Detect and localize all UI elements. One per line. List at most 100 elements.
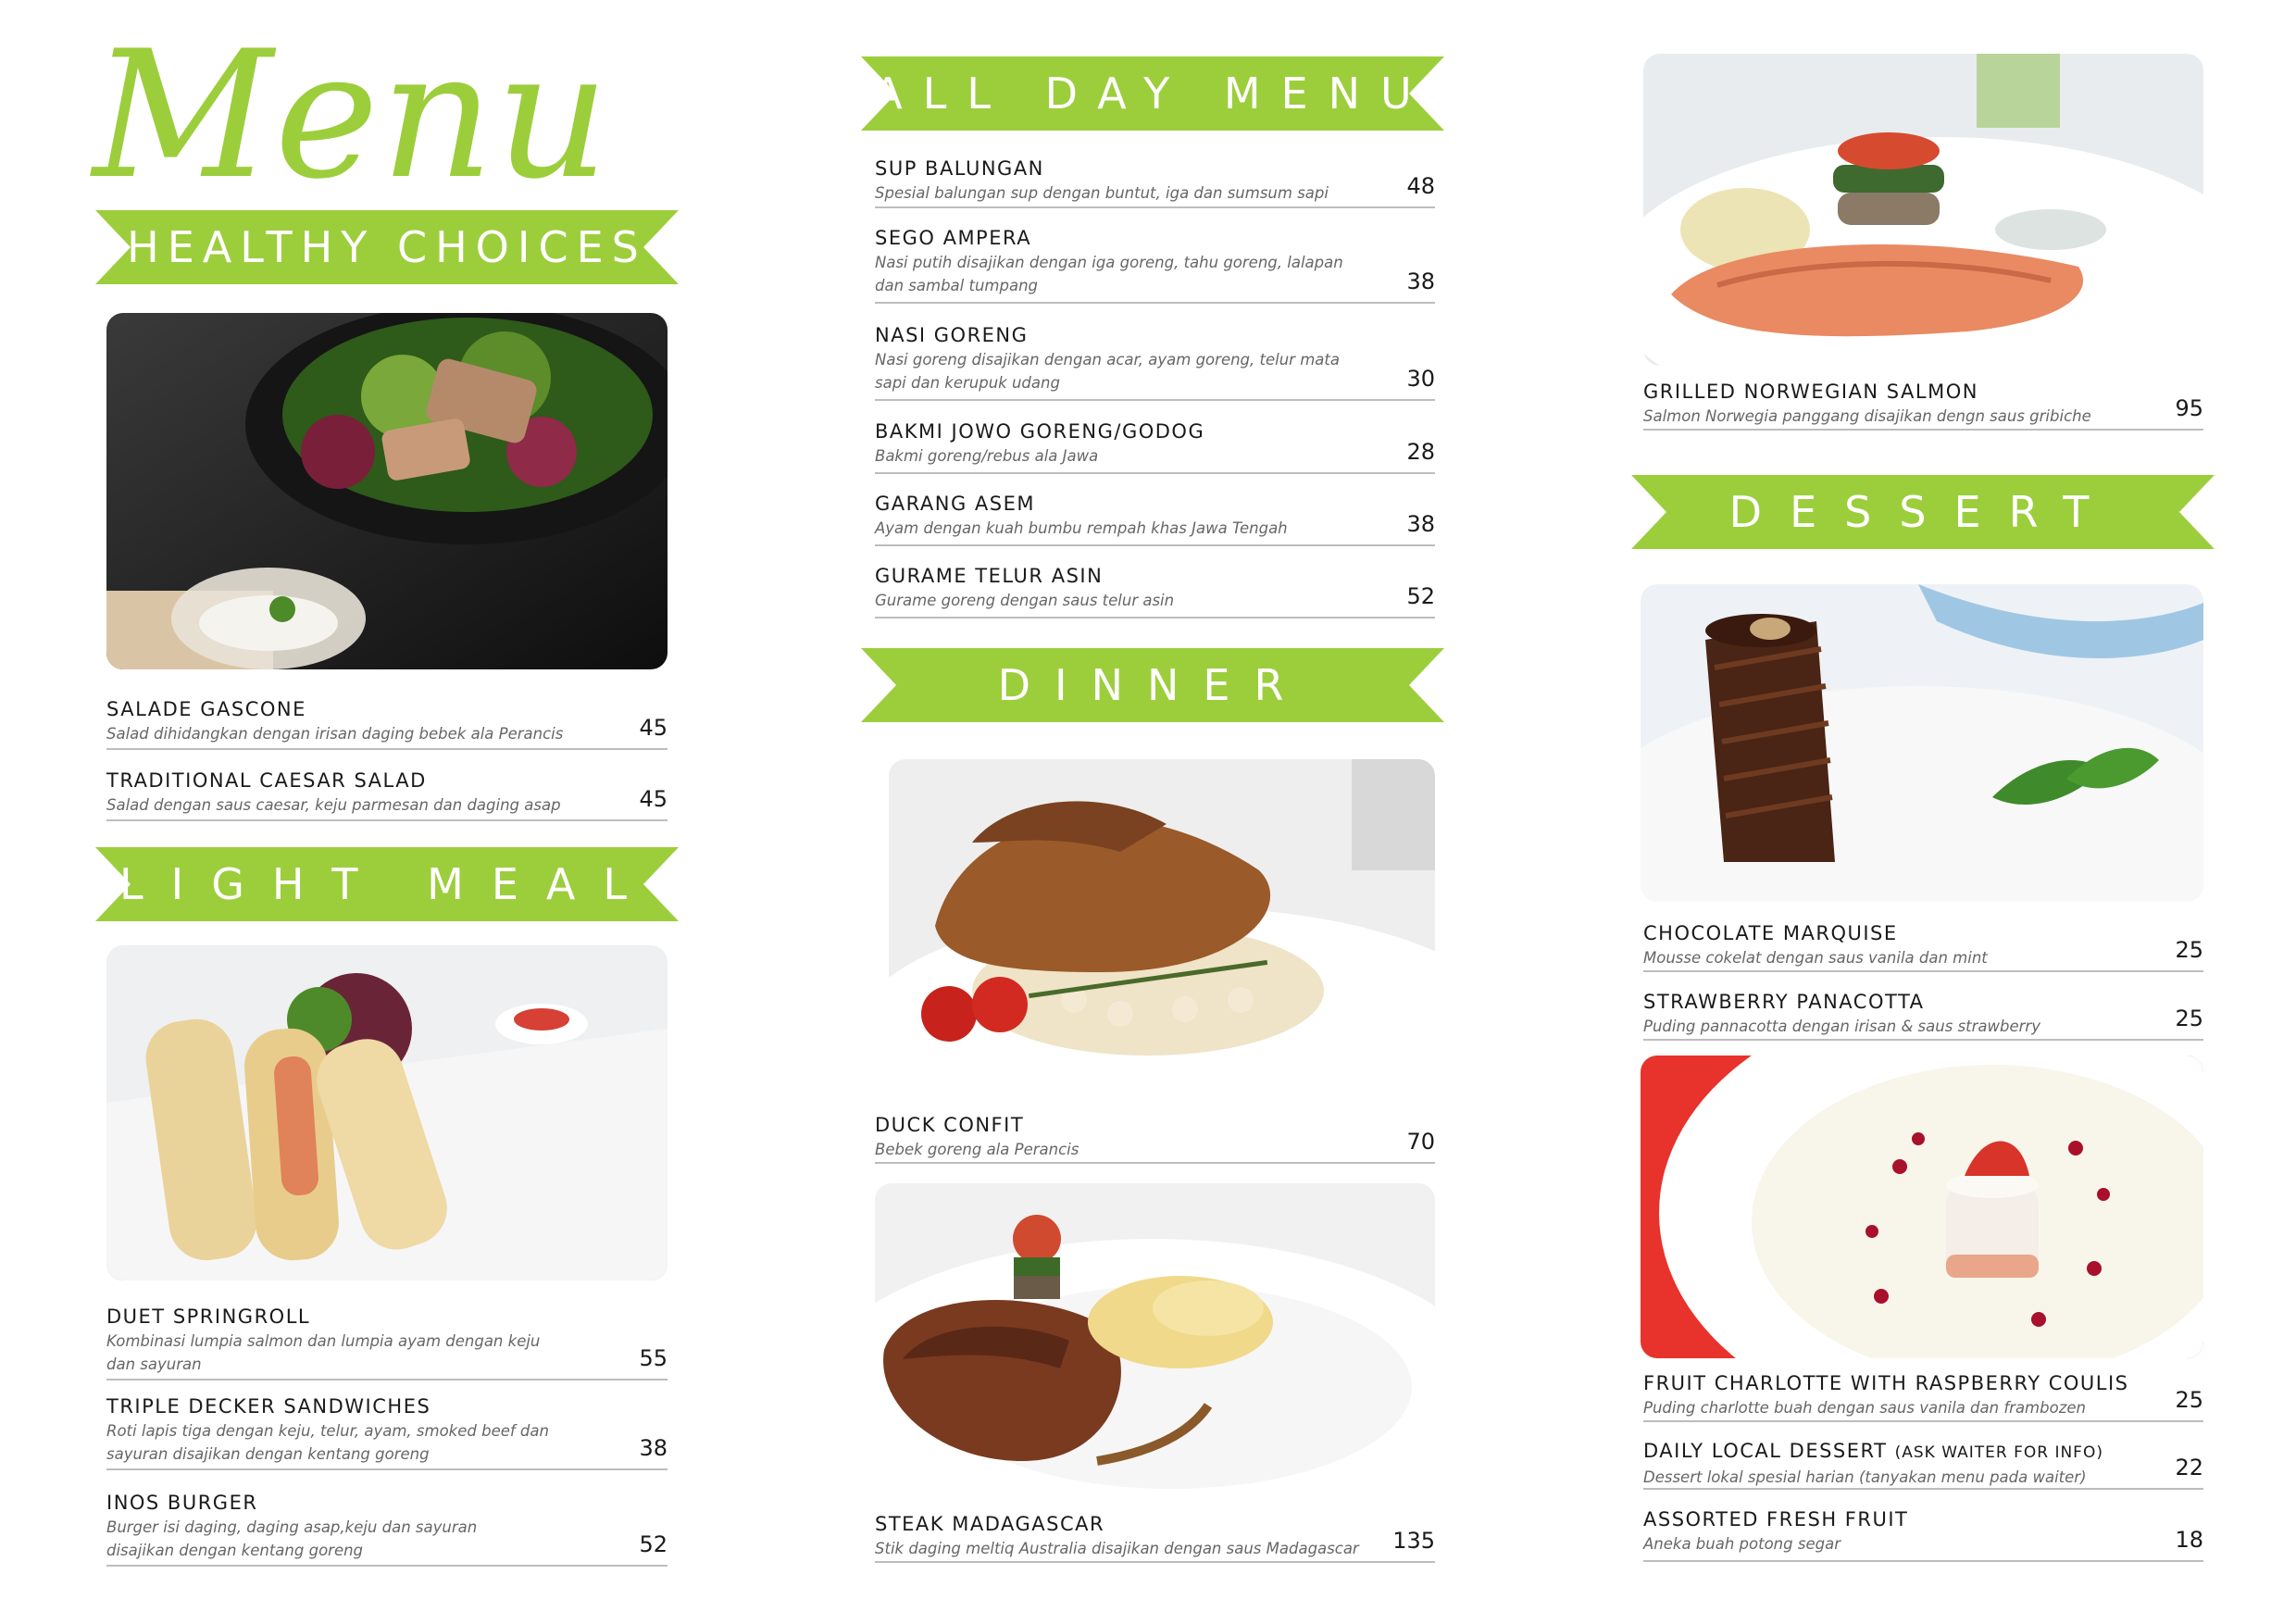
item-desc-cont: dan sambal tumpang (875, 277, 1038, 294)
item-price: 95 (2175, 395, 2203, 421)
photo-springroll (106, 945, 668, 1280)
section-title-light-meal: LIGHT MEAL (119, 859, 655, 909)
item-divider (106, 748, 668, 750)
item-divider (1643, 1560, 2203, 1562)
menu-item-steak-madagascar: STEAK MADAGASCAR Stik daging meltiq Aust… (875, 1511, 1435, 1563)
item-price: 70 (1406, 1129, 1435, 1155)
item-divider (875, 544, 1435, 546)
photo-salmon (1643, 54, 2203, 366)
menu-item-strawberry-panacotta: STRAWBERRY PANACOTTA Puding pannacotta d… (1643, 989, 2203, 1041)
item-name: GURAME TELUR ASIN (875, 565, 1104, 587)
item-desc-cont: sayuran disajikan dengan kentang goreng (106, 1445, 430, 1463)
item-desc: Aneka buah potong segar (1643, 1535, 1841, 1553)
item-desc: Bakmi goreng/rebus ala Jawa (875, 447, 1099, 465)
menu-item-assorted-fruit: ASSORTED FRESH FRUIT Aneka buah potong s… (1643, 1506, 2203, 1562)
item-desc: Ayam dengan kuah bumbu rempah khas Jawa … (875, 519, 1288, 537)
menu-item-sego-ampera: SEGO AMPERA Nasi putih disajikan dengan … (875, 225, 1435, 304)
item-desc: Kombinasi lumpia salmon dan lumpia ayam … (106, 1332, 541, 1350)
item-price: 45 (639, 786, 668, 812)
item-divider (875, 1561, 1435, 1563)
photo-steak (875, 1183, 1435, 1501)
item-divider (1643, 970, 2203, 972)
item-desc: Roti lapis tiga dengan keju, telur, ayam… (106, 1422, 549, 1440)
menu-item-fruit-charlotte: FRUIT CHARLOTTE WITH RASPBERRY COULIS Pu… (1643, 1370, 2203, 1422)
item-name: TRIPLE DECKER SANDWICHES (106, 1395, 431, 1418)
menu-item-nasi-goreng: NASI GORENG Nasi goreng disajikan dengan… (875, 322, 1435, 401)
item-name: DAILY LOCAL DESSERT (ASK WAITER FOR INFO… (1643, 1438, 2203, 1466)
item-price: 55 (639, 1345, 668, 1371)
item-price: 52 (1406, 583, 1435, 609)
item-desc: Stik daging meltiq Australia disajikan d… (875, 1540, 1359, 1557)
item-desc: Bebek goreng ala Perancis (875, 1141, 1079, 1158)
item-divider (1643, 429, 2203, 431)
menu-item-inos-burger: INOS BURGER Burger isi daging, daging as… (106, 1490, 668, 1567)
item-price: 18 (2175, 1527, 2203, 1553)
menu-item-caesar-salad: TRADITIONAL CAESAR SALAD Salad dengan sa… (106, 768, 668, 821)
item-desc: Puding charlotte buah dengan saus vanila… (1643, 1399, 2086, 1417)
banner-dinner: DINNER (861, 648, 1444, 722)
menu-item-triple-decker: TRIPLE DECKER SANDWICHES Roti lapis tiga… (106, 1393, 668, 1470)
item-price: 25 (2175, 1006, 2203, 1031)
item-price: 38 (1406, 511, 1435, 537)
banner-all-day-menu: ALL DAY MENU (861, 56, 1444, 131)
item-desc: Salad dihidangkan dengan irisan daging b… (106, 725, 564, 743)
item-divider (875, 302, 1435, 304)
menu-item-grilled-salmon: GRILLED NORWEGIAN SALMON Salmon Norwegia… (1643, 379, 2203, 431)
menu-item-duet-springroll: DUET SPRINGROLL Kombinasi lumpia salmon … (106, 1304, 668, 1380)
item-desc-cont: disajikan dengan kentang goreng (106, 1542, 364, 1559)
item-divider (106, 1379, 668, 1380)
photo-chocolate-marquise (1641, 584, 2203, 902)
item-name-text: DAILY LOCAL DESSERT (1643, 1440, 1888, 1462)
photo-duck-confit (889, 759, 1435, 1100)
menu-item-chocolate-marquise: CHOCOLATE MARQUISE Mousse cokelat dengan… (1643, 920, 2203, 972)
item-name: FRUIT CHARLOTTE WITH RASPBERRY COULIS (1643, 1372, 2129, 1394)
section-title-dessert: DESSERT (1728, 487, 2117, 537)
item-divider (106, 1565, 668, 1567)
photo-fruit-charlotte (1641, 1056, 2203, 1358)
item-price: 38 (1406, 269, 1435, 294)
menu-item-daily-local-dessert: DAILY LOCAL DESSERT (ASK WAITER FOR INFO… (1643, 1438, 2203, 1490)
item-name: CHOCOLATE MARQUISE (1643, 922, 1898, 944)
item-name: NASI GORENG (875, 324, 1029, 346)
photo-salad (106, 313, 668, 669)
item-divider (1643, 1420, 2203, 1422)
item-name: SEGO AMPERA (875, 227, 1032, 249)
item-desc: Burger isi daging, daging asap,keju dan … (106, 1518, 478, 1536)
item-desc-cont: sapi dan kerupuk udang (875, 374, 1060, 392)
item-desc: Salmon Norwegia panggang disajikan dengn… (1643, 407, 2091, 425)
item-name: BAKMI JOWO GORENG/GODOG (875, 420, 1205, 443)
menu-item-gurame: GURAME TELUR ASIN Gurame goreng dengan s… (875, 563, 1435, 618)
item-divider (875, 399, 1435, 401)
item-desc: Gurame goreng dengan saus telur asin (875, 592, 1175, 609)
item-name: SUP BALUNGAN (875, 157, 1044, 180)
menu-item-bakmi-jowo: BAKMI JOWO GORENG/GODOG Bakmi goreng/reb… (875, 418, 1435, 474)
item-divider (106, 819, 668, 821)
item-name: INOS BURGER (106, 1492, 258, 1514)
menu-item-duck-confit: DUCK CONFIT Bebek goreng ala Perancis 70 (875, 1112, 1435, 1164)
item-divider (875, 617, 1435, 618)
item-desc: Nasi goreng disajikan dengan acar, ayam … (875, 351, 1340, 369)
item-price: 25 (2175, 937, 2203, 963)
item-name: DUET SPRINGROLL (106, 1305, 311, 1328)
item-desc: Puding pannacotta dengan irisan & saus s… (1643, 1018, 2040, 1035)
item-divider (1643, 1488, 2203, 1490)
item-name-note: (ASK WAITER FOR INFO) (1894, 1443, 2103, 1462)
item-desc: Dessert lokal spesial harian (tanyakan m… (1643, 1468, 2087, 1486)
item-price: 48 (1406, 173, 1435, 199)
item-name: ASSORTED FRESH FRUIT (1643, 1508, 1909, 1530)
item-name: STEAK MADAGASCAR (875, 1513, 1105, 1535)
section-title-healthy: HEALTHY CHOICES (127, 222, 647, 272)
banner-light-meal: LIGHT MEAL (95, 847, 679, 921)
item-divider (875, 206, 1435, 208)
item-name: SALADE GASCONE (106, 698, 306, 720)
banner-healthy-choices: HEALTHY CHOICES (95, 210, 679, 284)
item-name: TRADITIONAL CAESAR SALAD (106, 769, 427, 792)
item-price: 22 (2175, 1455, 2203, 1480)
item-price: 30 (1406, 366, 1435, 392)
section-title-dinner: DINNER (997, 660, 1308, 710)
item-divider (106, 1468, 668, 1470)
item-price: 52 (639, 1531, 668, 1557)
item-name: GARANG ASEM (875, 493, 1035, 515)
item-price: 38 (639, 1435, 668, 1461)
menu-title: Menu (93, 13, 611, 218)
